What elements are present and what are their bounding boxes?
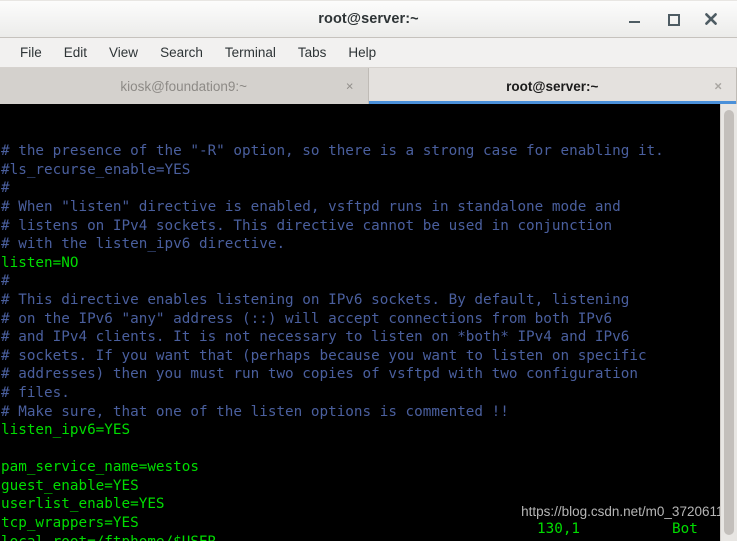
- menu-item-terminal[interactable]: Terminal: [214, 42, 287, 63]
- tab-bar: kiosk@foundation9:~ × root@server:~ ×: [0, 68, 737, 104]
- terminal-line: # and IPv4 clients. It is not necessary …: [1, 329, 630, 346]
- close-icon[interactable]: [703, 11, 719, 27]
- vim-buffer: # the presence of the "-R" option, so th…: [1, 142, 720, 541]
- minimize-icon[interactable]: [627, 11, 643, 27]
- terminal-line: tcp_wrappers=YES: [1, 515, 139, 532]
- title-bar: root@server:~: [0, 0, 737, 38]
- terminal-line: userlist_enable=YES: [1, 496, 165, 513]
- terminal-line: local_root=/ftphome/$USER: [1, 533, 720, 541]
- terminal-line: # Make sure, that one of the listen opti…: [1, 403, 509, 420]
- tab-close-icon[interactable]: ×: [346, 79, 354, 94]
- terminal-line: # sockets. If you want that (perhaps bec…: [1, 347, 647, 364]
- terminal-line: #: [1, 180, 10, 197]
- window-controls: [627, 11, 737, 27]
- terminal-line: # on the IPv6 "any" address (::) will ac…: [1, 310, 613, 327]
- terminal-line: # listens on IPv4 sockets. This directiv…: [1, 217, 613, 234]
- menu-item-tabs[interactable]: Tabs: [287, 42, 338, 63]
- terminal-line: # files.: [1, 384, 70, 401]
- terminal-line: # with the listen_ipv6 directive.: [1, 236, 286, 253]
- menu-item-view[interactable]: View: [98, 42, 149, 63]
- terminal-line: guest_enable=YES: [1, 477, 139, 494]
- menu-item-edit[interactable]: Edit: [53, 42, 98, 63]
- terminal-screen[interactable]: # the presence of the "-R" option, so th…: [0, 104, 720, 541]
- terminal-window: root@server:~ File Edit View Search Term…: [0, 0, 737, 541]
- terminal-line: # When "listen" directive is enabled, vs…: [1, 198, 621, 215]
- terminal-line: listen=NO: [1, 254, 79, 271]
- terminal-line: pam_service_name=westos: [1, 459, 199, 476]
- tab-root-server[interactable]: root@server:~ ×: [368, 68, 737, 104]
- terminal-area: # the presence of the "-R" option, so th…: [0, 104, 737, 541]
- menu-bar: File Edit View Search Terminal Tabs Help: [0, 38, 737, 68]
- tab-label: kiosk@foundation9:~: [120, 78, 248, 94]
- tab-close-icon[interactable]: ×: [714, 79, 722, 94]
- terminal-line: #: [1, 273, 10, 290]
- scrollbar-thumb[interactable]: [724, 110, 734, 535]
- menu-item-file[interactable]: File: [9, 42, 53, 63]
- terminal-line: # This directive enables listening on IP…: [1, 291, 630, 308]
- terminal-line: # addresses) then you must run two copie…: [1, 366, 638, 383]
- maximize-icon[interactable]: [665, 11, 681, 27]
- terminal-line: # the presence of the "-R" option, so th…: [1, 143, 664, 160]
- terminal-scrollbar[interactable]: [720, 104, 737, 541]
- menu-item-help[interactable]: Help: [337, 42, 387, 63]
- terminal-line: #ls_recurse_enable=YES: [1, 161, 191, 178]
- tab-kiosk-foundation9[interactable]: kiosk@foundation9:~ ×: [0, 68, 369, 104]
- terminal-line: listen_ipv6=YES: [1, 422, 131, 439]
- menu-item-search[interactable]: Search: [149, 42, 214, 63]
- tab-label: root@server:~: [506, 78, 599, 94]
